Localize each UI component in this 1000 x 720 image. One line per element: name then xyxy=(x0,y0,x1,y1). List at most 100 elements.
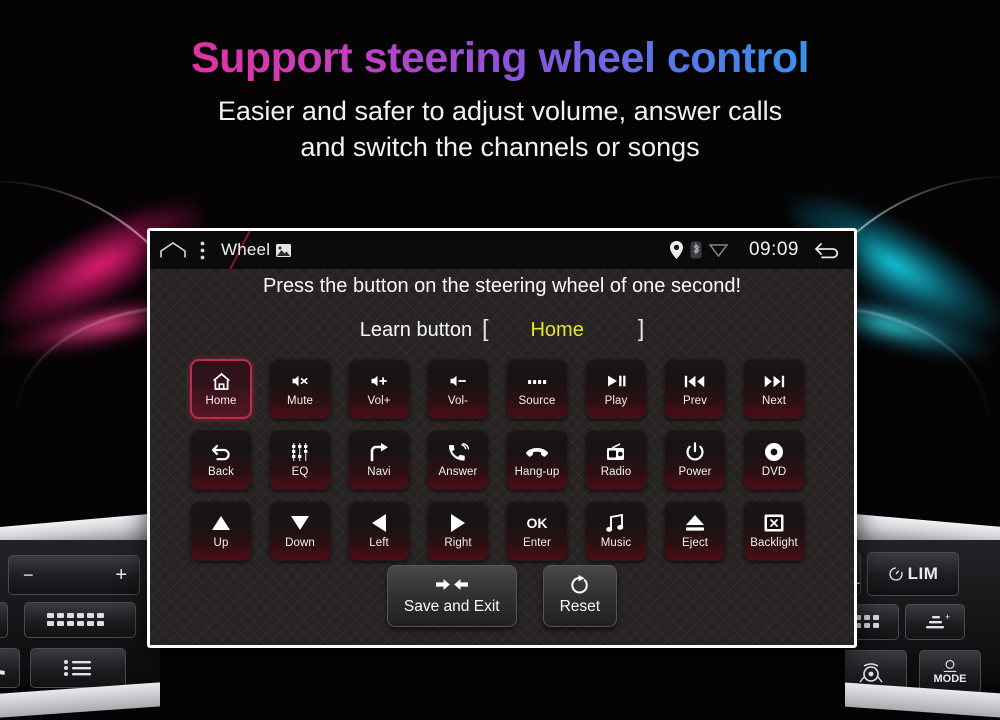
key-cell: Power xyxy=(664,430,743,501)
key-label: Radio xyxy=(600,466,632,478)
page-title: Support steering wheel control xyxy=(0,34,1000,83)
turn-right-arrow-icon xyxy=(369,442,389,462)
ok-text-icon: OK xyxy=(526,515,548,531)
prev-arrow-key xyxy=(0,602,8,638)
key-button-right[interactable]: Right xyxy=(427,501,489,561)
key-label: Navi xyxy=(367,466,391,478)
key-label: Mute xyxy=(287,395,313,407)
play-pause-icon xyxy=(605,371,628,391)
voice-keypad-key xyxy=(24,602,136,638)
key-button-prev[interactable]: Prev xyxy=(664,359,726,419)
app-title: Wheel xyxy=(221,240,271,259)
key-mapping-grid: Home Mute Vol+ Vol- Source Play Prev Next Back EQ… xyxy=(190,359,822,572)
key-button-radio[interactable]: Radio xyxy=(585,430,647,490)
key-label: Power xyxy=(678,466,712,478)
learn-button-row: Learn button [Home] xyxy=(150,315,854,342)
key-button-backlight[interactable]: Backlight xyxy=(743,501,805,561)
learn-current-value: Home xyxy=(530,319,584,341)
key-cell: Prev xyxy=(664,359,743,430)
key-button-up[interactable]: Up xyxy=(190,501,252,561)
key-cell: OK Enter xyxy=(506,501,585,572)
page-subtitle-line-1: and switch the channels or songs xyxy=(300,132,700,163)
back-arrow-icon[interactable] xyxy=(812,240,840,260)
key-label: DVD xyxy=(761,466,787,478)
key-button-home[interactable]: Home xyxy=(190,359,252,419)
action-button-reset[interactable]: Reset xyxy=(542,565,618,627)
bluetooth-icon xyxy=(690,241,702,259)
key-button-left[interactable]: Left xyxy=(348,501,410,561)
key-button-navi[interactable]: Navi xyxy=(348,430,410,490)
key-cell: DVD xyxy=(743,430,822,501)
action-button-label: Save and Exit xyxy=(403,598,500,615)
key-label: Next xyxy=(761,395,787,407)
key-cell: Navi xyxy=(348,430,427,501)
key-button-vol-[interactable]: Vol- xyxy=(427,359,489,419)
key-label: Vol- xyxy=(447,395,469,407)
speed-limit-icon xyxy=(888,567,903,581)
key-button-enter[interactable]: OK Enter xyxy=(506,501,568,561)
eject-icon xyxy=(685,513,705,533)
key-button-music[interactable]: Music xyxy=(585,501,647,561)
phone-call-icon xyxy=(448,442,469,462)
action-button-label: Reset xyxy=(559,598,601,615)
key-button-hang-up[interactable]: Hang-up xyxy=(506,430,568,490)
key-cell: Vol- xyxy=(427,359,506,430)
key-cell: Right xyxy=(427,501,506,572)
key-cell: EQ xyxy=(269,430,348,501)
key-button-source[interactable]: Source xyxy=(506,359,568,419)
disc-icon xyxy=(764,442,784,462)
action-button-save-and-exit[interactable]: Save and Exit xyxy=(386,565,517,627)
key-button-next[interactable]: Next xyxy=(743,359,805,419)
backlight-screen-icon xyxy=(764,513,784,533)
limit-label: LIM xyxy=(907,564,939,584)
triangle-down-icon xyxy=(290,513,310,533)
key-button-back[interactable]: Back xyxy=(190,430,252,490)
key-label: Up xyxy=(213,537,229,549)
key-label: Answer xyxy=(438,466,478,478)
triangle-up-icon xyxy=(211,513,231,533)
arrows-inward-icon xyxy=(435,576,468,592)
key-button-play[interactable]: Play xyxy=(585,359,647,419)
volume-down-icon xyxy=(447,371,469,391)
key-label: Right xyxy=(444,537,472,549)
home-outline-icon[interactable] xyxy=(160,241,186,259)
overflow-menu-icon[interactable] xyxy=(200,241,205,260)
mode-label: MODE xyxy=(933,672,967,685)
svg-text:+: + xyxy=(945,612,950,622)
key-cell: Up xyxy=(190,501,269,572)
minus-icon: − xyxy=(23,564,34,585)
volume-up-icon xyxy=(368,371,390,391)
triangle-left-icon xyxy=(371,513,387,533)
key-cell: Back xyxy=(190,430,269,501)
steering-wheel-left-photo: − + xyxy=(0,420,160,720)
key-label: Back xyxy=(208,466,234,478)
key-button-mute[interactable]: Mute xyxy=(269,359,331,419)
key-button-answer[interactable]: Answer xyxy=(427,430,489,490)
key-button-down[interactable]: Down xyxy=(269,501,331,561)
key-button-dvd[interactable]: DVD xyxy=(743,430,805,490)
head-unit-device: Wheel 09:09 Press the button on the stee… xyxy=(147,228,857,648)
instruction-prompt: Press the button on the steering wheel o… xyxy=(262,275,742,297)
key-label: Vol+ xyxy=(367,395,391,407)
key-button-eject[interactable]: Eject xyxy=(664,501,726,561)
list-menu-key xyxy=(30,648,126,688)
key-cell: Eject xyxy=(664,501,743,572)
skip-next-icon xyxy=(762,371,786,391)
key-cell: Play xyxy=(585,359,664,430)
key-label: Home xyxy=(205,395,237,407)
key-label: EQ xyxy=(291,466,309,478)
key-button-power[interactable]: Power xyxy=(664,430,726,490)
learn-button-label: Learn button xyxy=(359,319,473,341)
key-button-eq[interactable]: EQ xyxy=(269,430,331,490)
music-note-icon xyxy=(606,513,626,533)
learn-bracket-close: ] xyxy=(637,315,645,341)
phone-hangup-icon xyxy=(526,442,548,462)
key-label: Backlight xyxy=(750,537,798,549)
key-label: Source xyxy=(518,395,556,407)
key-button-vol-[interactable]: Vol+ xyxy=(348,359,410,419)
back-curved-arrow-icon xyxy=(211,442,231,462)
radio-icon xyxy=(606,442,626,462)
limit-key: LIM xyxy=(867,552,959,596)
refresh-circle-icon xyxy=(570,574,589,593)
equalizer-icon xyxy=(291,442,309,462)
